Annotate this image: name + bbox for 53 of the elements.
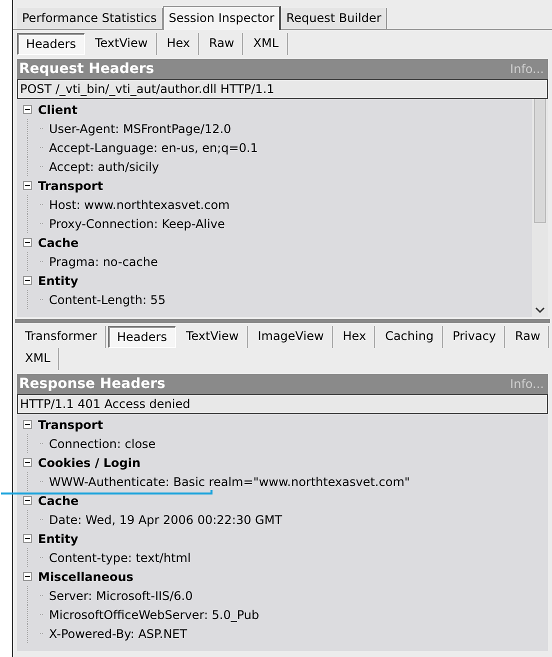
collapse-icon[interactable] (23, 496, 32, 505)
collapse-icon[interactable] (23, 181, 32, 190)
collapse-icon[interactable] (23, 420, 32, 429)
collapse-icon[interactable] (23, 458, 32, 467)
tab[interactable]: Raw (507, 326, 550, 348)
collapse-icon[interactable] (23, 572, 32, 581)
header-field: Host: www.northtexasvet.com (49, 196, 230, 214)
header-field: Accept: auth/sicily (49, 158, 160, 176)
group-label[interactable]: Transport (38, 416, 104, 434)
tab[interactable]: ImageView (250, 326, 333, 348)
tab[interactable]: Hex (334, 326, 376, 348)
header-field: Server: Microsoft-IIS/6.0 (49, 586, 193, 604)
header-field: Pragma: no-cache (49, 252, 158, 270)
group-label[interactable]: Miscellaneous (38, 568, 134, 586)
collapse-icon[interactable] (23, 105, 32, 114)
header-field: Date: Wed, 19 Apr 2006 00:22:30 GMT (49, 510, 282, 528)
header-field: Content-type: text/html (49, 548, 191, 566)
header-field: MicrosoftOfficeWebServer: 5.0_Pub (49, 606, 260, 624)
section-title: Request Headers (19, 60, 154, 78)
tab[interactable]: Hex (158, 33, 199, 55)
header-field: WWW-Authenticate: Basic realm="www.northtexasvet.com" (49, 472, 410, 490)
tab[interactable]: XML (17, 348, 60, 370)
header-field: User-Agent: MSFrontPage/12.0 (49, 120, 232, 138)
scroll-thumb[interactable] (534, 99, 546, 223)
tab[interactable]: Headers (17, 33, 85, 55)
tab[interactable]: Request Builder (281, 8, 388, 29)
scrollbar[interactable] (532, 99, 548, 317)
header-field: Content-Length: 55 (49, 290, 166, 308)
group-label[interactable]: Cache (38, 234, 79, 252)
tab[interactable]: Raw (201, 33, 244, 55)
tab[interactable]: XML (245, 33, 288, 55)
header-field: Connection: close (49, 434, 156, 452)
group-label[interactable]: Cache (38, 492, 79, 510)
tab[interactable]: TextView (178, 326, 248, 348)
group-label[interactable]: Transport (38, 176, 104, 194)
group-label[interactable]: Cookies / Login (38, 454, 141, 472)
group-label[interactable]: Client (38, 100, 78, 118)
tab[interactable]: Caching (377, 326, 443, 348)
group-label[interactable]: Entity (38, 272, 78, 290)
tab[interactable]: Transformer (17, 326, 106, 348)
header-field: X-Powered-By: ASP.NET (49, 624, 188, 642)
header-field: Proxy-Connection: Keep-Alive (49, 214, 225, 232)
collapse-icon[interactable] (23, 238, 32, 247)
tab[interactable]: Performance Statistics (17, 8, 163, 29)
tab[interactable]: Headers (108, 326, 176, 348)
collapse-icon[interactable] (23, 276, 32, 285)
tab[interactable]: TextView (86, 33, 157, 55)
section-title: Response Headers (19, 374, 166, 394)
header-field: Accept-Language: en-us, en;q=0.1 (49, 138, 258, 156)
group-label[interactable]: Entity (38, 530, 78, 548)
tab[interactable]: Session Inspector (162, 6, 282, 30)
tab[interactable]: Privacy (444, 326, 506, 348)
collapse-icon[interactable] (23, 534, 32, 543)
